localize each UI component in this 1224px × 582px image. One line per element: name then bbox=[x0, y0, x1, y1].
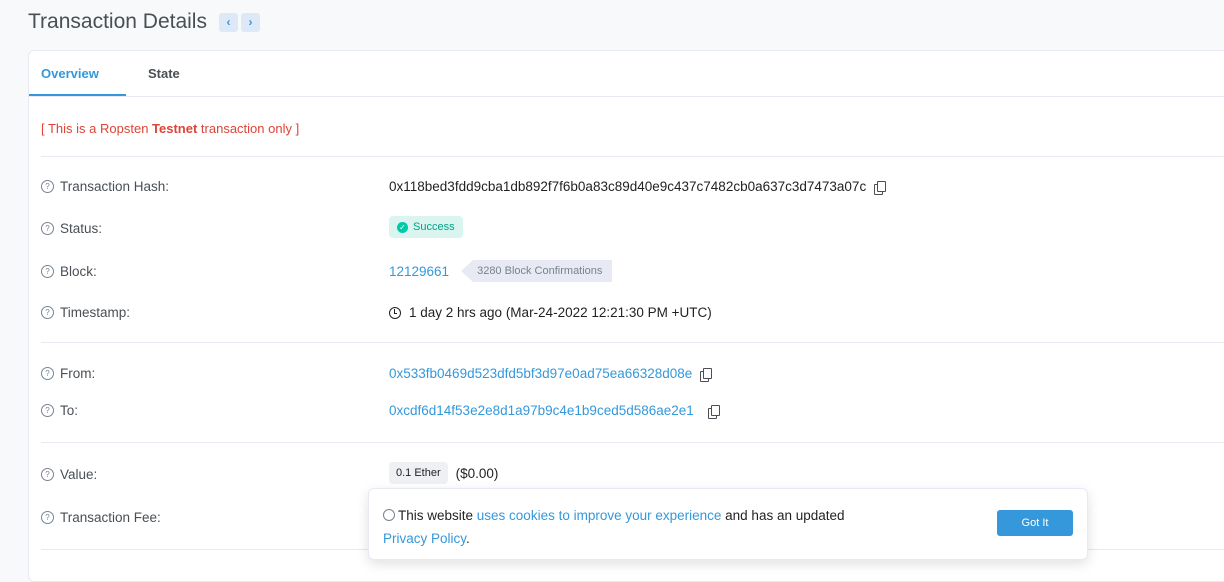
page-title: Transaction Details bbox=[28, 10, 207, 33]
block-label: ? Block: bbox=[41, 264, 97, 279]
question-circle-icon[interactable]: ? bbox=[41, 306, 54, 319]
privacy-policy-link[interactable]: Privacy Policy bbox=[383, 531, 466, 546]
copy-icon[interactable] bbox=[707, 404, 720, 419]
divider bbox=[41, 156, 1224, 157]
fee-label: ? Transaction Fee: bbox=[41, 510, 161, 525]
divider bbox=[41, 342, 1224, 343]
question-circle-icon[interactable]: ? bbox=[41, 265, 54, 278]
from-label: ? From: bbox=[41, 366, 95, 381]
active-tab-indicator bbox=[29, 94, 126, 96]
ether-amount-badge: 0.1 Ether bbox=[389, 462, 448, 484]
question-circle-icon[interactable]: ? bbox=[41, 367, 54, 380]
from-value: 0x533fb0469d523dfd5bf3d97e0ad75ea66328d0… bbox=[389, 366, 713, 382]
usd-value: ($0.00) bbox=[455, 465, 499, 481]
testnet-notice: [ This is a Ropsten Testnet transaction … bbox=[41, 121, 300, 136]
cookie-policy-link[interactable]: uses cookies to improve your experience bbox=[477, 508, 722, 523]
clock-icon bbox=[389, 306, 401, 319]
tab-overview[interactable]: Overview bbox=[41, 66, 99, 81]
value-value: 0.1 Ether ($0.00) bbox=[389, 462, 498, 484]
status-label: ? Status: bbox=[41, 221, 102, 236]
question-circle-icon[interactable]: ? bbox=[41, 511, 54, 524]
tab-bar: Overview State bbox=[29, 51, 1224, 97]
block-value: 12129661 3280 Block Confirmations bbox=[389, 260, 613, 282]
hash-value: 0x118bed3fdd9cba1db892f7f6b0a83c89d40e9c… bbox=[389, 179, 887, 195]
copy-icon[interactable] bbox=[874, 180, 887, 195]
question-circle-icon[interactable]: ? bbox=[41, 468, 54, 481]
cookie-message: This website uses cookies to improve you… bbox=[383, 508, 845, 546]
check-circle-icon: ✓ bbox=[397, 221, 408, 233]
next-transaction-button[interactable]: › bbox=[240, 12, 260, 32]
cookie-icon bbox=[383, 509, 395, 521]
got-it-button[interactable]: Got It bbox=[997, 510, 1073, 536]
tab-state[interactable]: State bbox=[148, 66, 180, 81]
page-header: Transaction Details ‹ › bbox=[28, 10, 260, 34]
copy-icon[interactable] bbox=[700, 367, 713, 382]
value-label: ? Value: bbox=[41, 467, 97, 482]
to-address-link[interactable]: 0xcdf6d14f53e2e8d1a97b9c4e1b9ced5d586ae2… bbox=[389, 403, 694, 418]
status-badge: ✓ Success bbox=[389, 216, 463, 238]
status-value: ✓ Success bbox=[389, 216, 463, 238]
block-number-link[interactable]: 12129661 bbox=[389, 264, 449, 279]
timestamp-label: ? Timestamp: bbox=[41, 305, 130, 320]
question-circle-icon[interactable]: ? bbox=[41, 404, 54, 417]
nav-arrows: ‹ › bbox=[218, 12, 260, 32]
transaction-hash: 0x118bed3fdd9cba1db892f7f6b0a83c89d40e9c… bbox=[389, 179, 867, 194]
divider bbox=[41, 442, 1224, 443]
block-confirmations-badge: 3280 Block Confirmations bbox=[461, 260, 613, 282]
hash-label: ? Transaction Hash: bbox=[41, 179, 169, 194]
question-circle-icon[interactable]: ? bbox=[41, 222, 54, 235]
question-circle-icon[interactable]: ? bbox=[41, 180, 54, 193]
cookie-banner: This website uses cookies to improve you… bbox=[368, 488, 1088, 560]
previous-transaction-button[interactable]: ‹ bbox=[218, 12, 238, 32]
to-value: 0xcdf6d14f53e2e8d1a97b9c4e1b9ced5d586ae2… bbox=[389, 403, 720, 419]
timestamp-value: 1 day 2 hrs ago (Mar-24-2022 12:21:30 PM… bbox=[389, 305, 712, 320]
to-label: ? To: bbox=[41, 403, 78, 418]
from-address-link[interactable]: 0x533fb0469d523dfd5bf3d97e0ad75ea66328d0… bbox=[389, 366, 692, 381]
